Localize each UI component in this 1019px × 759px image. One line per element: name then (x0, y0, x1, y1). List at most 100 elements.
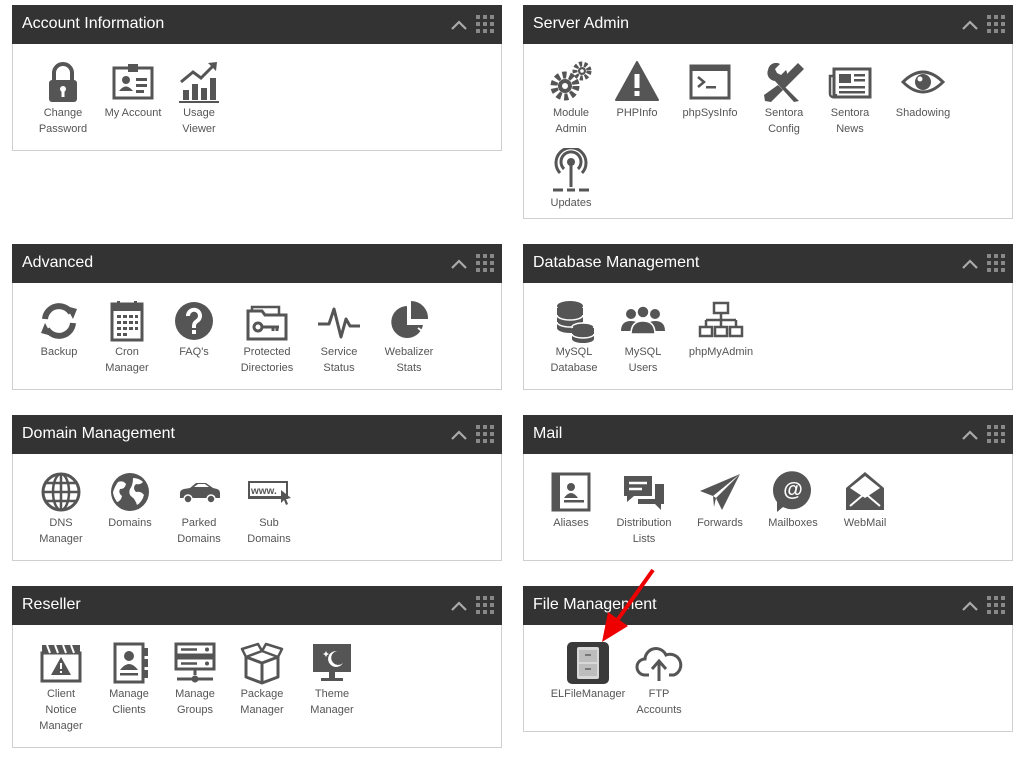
svg-text:www.: www. (250, 486, 277, 497)
notice-board-icon (40, 644, 82, 683)
globe-icon (111, 473, 149, 511)
module-mysql-database[interactable]: MySQL Database (534, 297, 614, 376)
module-protected-directories[interactable]: Protected Directories (227, 297, 307, 376)
calendar-icon (110, 301, 144, 342)
paper-plane-icon (700, 474, 740, 510)
terminal-icon (689, 64, 731, 100)
www-icon: www. (248, 481, 291, 505)
panel-header: Reseller (12, 586, 502, 625)
module-change-password[interactable]: Change Password (23, 58, 103, 137)
panel-header: Account Information (12, 5, 502, 44)
module-label: MySQL Database (550, 346, 598, 374)
panel-reseller: Reseller Client Notice Manager Manage Cl… (12, 586, 502, 748)
panel-title: Mail (533, 425, 563, 442)
chevron-up-icon[interactable] (450, 256, 468, 272)
module-distribution-lists[interactable]: Distribution Lists (604, 468, 684, 547)
chevron-up-icon[interactable] (450, 427, 468, 443)
panel-header: Server Admin (523, 5, 1013, 44)
module-label: WebMail (843, 517, 887, 529)
panel-database-management: Database Management MySQL Database MySQL… (523, 244, 1013, 390)
module-label: Service Status (320, 346, 358, 374)
module-webalizer-stats[interactable]: Webalizer Stats (369, 297, 449, 376)
module-sub-domains[interactable]: www. Sub Domains (229, 468, 309, 547)
module-domains[interactable]: Domains (90, 468, 170, 531)
module-label: Aliases (553, 517, 589, 529)
svg-text:@: @ (783, 479, 803, 501)
module-usage-viewer[interactable]: Usage Viewer (159, 58, 239, 137)
cloud-upload-icon (635, 647, 683, 681)
module-phpsysinfo[interactable]: phpSysInfo (670, 58, 750, 121)
drag-grip-icon[interactable] (987, 425, 1005, 443)
database-icon (556, 301, 595, 343)
module-aliases[interactable]: Aliases (531, 468, 611, 531)
monitor-moon-icon (313, 644, 351, 681)
module-ftp-accounts[interactable]: FTP Accounts (619, 639, 699, 718)
module-label: Theme Manager (310, 688, 354, 716)
module-label: FTP Accounts (636, 688, 682, 716)
module-label: Sub Domains (247, 517, 291, 545)
panel-title: Advanced (22, 254, 94, 271)
module-label: Manage Groups (175, 688, 215, 716)
module-phpinfo[interactable]: PHPInfo (597, 58, 677, 121)
warning-icon (615, 61, 659, 101)
module-label: Usage Viewer (182, 107, 216, 135)
car-icon (180, 483, 220, 504)
drag-grip-icon[interactable] (987, 254, 1005, 272)
module-forwards[interactable]: Forwards (680, 468, 760, 531)
module-service-status[interactable]: Service Status (299, 297, 379, 376)
panel-title: Database Management (533, 254, 700, 271)
module-label: Package Manager (240, 688, 284, 716)
panel-header: Mail (523, 415, 1013, 454)
module-shadowing[interactable]: Shadowing (883, 58, 963, 121)
drag-grip-icon[interactable] (476, 15, 494, 33)
drag-grip-icon[interactable] (987, 596, 1005, 614)
chevron-up-icon[interactable] (450, 17, 468, 33)
module-label: PHPInfo (616, 107, 658, 119)
module-label: Sentora News (830, 107, 870, 135)
panel-header: Domain Management (12, 415, 502, 454)
module-label: phpMyAdmin (688, 346, 754, 358)
panel-header: Advanced (12, 244, 502, 283)
chevron-up-icon[interactable] (961, 427, 979, 443)
module-theme-manager[interactable]: Theme Manager (292, 639, 372, 718)
drag-grip-icon[interactable] (476, 254, 494, 272)
usage-chart-icon (179, 62, 219, 103)
module-parked-domains[interactable]: Parked Domains (159, 468, 239, 547)
module-label: phpSysInfo (682, 107, 738, 119)
lock-icon (49, 62, 77, 102)
module-mailboxes[interactable]: @ Mailboxes (753, 468, 833, 531)
module-label: Mailboxes (768, 517, 818, 529)
module-mysql-users[interactable]: MySQL Users (603, 297, 683, 376)
chevron-up-icon[interactable] (961, 598, 979, 614)
module-label: DNS Manager (39, 517, 83, 545)
chevron-up-icon[interactable] (961, 256, 979, 272)
panel-file-management: File Management ELFileManager FTP Accoun… (523, 586, 1013, 732)
module-dns-manager[interactable]: DNS Manager (21, 468, 101, 547)
chevron-up-icon[interactable] (450, 598, 468, 614)
panel-title: Domain Management (22, 425, 175, 442)
module-phpmyadmin[interactable]: phpMyAdmin (681, 297, 761, 360)
module-label: Manage Clients (109, 688, 149, 716)
at-sign-icon: @ (772, 471, 811, 512)
gears-icon (550, 61, 592, 101)
sitemap-icon (698, 301, 744, 338)
module-sentora-news[interactable]: Sentora News (810, 58, 890, 137)
module-package-manager[interactable]: Package Manager (222, 639, 302, 718)
panel-title: Reseller (22, 596, 81, 613)
module-label: Parked Domains (177, 517, 221, 545)
module-elfilemanager[interactable]: ELFileManager (548, 639, 628, 702)
drag-grip-icon[interactable] (987, 15, 1005, 33)
drag-grip-icon[interactable] (476, 596, 494, 614)
box-icon (240, 642, 284, 685)
pie-chart-icon (391, 300, 429, 338)
panel-title: Server Admin (533, 15, 630, 32)
folder-key-icon (246, 305, 288, 341)
panel-mail: Mail Aliases Distribution Lists Forwards… (523, 415, 1013, 561)
chevron-up-icon[interactable] (961, 17, 979, 33)
panel-header: File Management (523, 586, 1013, 625)
module-faqs[interactable]: FAQ's (154, 297, 234, 360)
module-webmail[interactable]: WebMail (825, 468, 905, 531)
question-icon (175, 302, 213, 340)
module-updates[interactable]: Updates (531, 148, 611, 211)
drag-grip-icon[interactable] (476, 425, 494, 443)
